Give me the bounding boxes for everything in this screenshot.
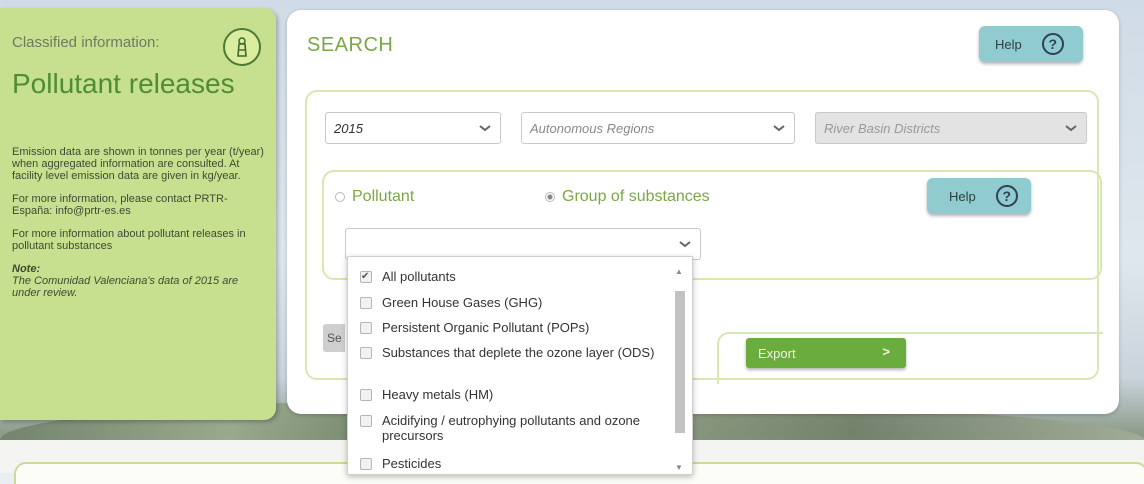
radio-pollutant-label: Pollutant bbox=[352, 188, 415, 205]
dropdown-scrollbar[interactable]: ▲ ▼ bbox=[673, 267, 687, 472]
dropdown-item[interactable]: Persistent Organic Pollutant (POPs) bbox=[360, 320, 656, 335]
help-button[interactable]: Help ? bbox=[979, 26, 1083, 62]
page-title: Pollutant releases bbox=[12, 68, 235, 99]
dropdown-item-label: All pollutants bbox=[382, 269, 456, 284]
chevron-down-icon bbox=[1064, 121, 1078, 135]
scrollbar-thumb[interactable] bbox=[675, 291, 685, 433]
export-button[interactable]: Export > bbox=[746, 338, 906, 368]
more-info-link[interactable]: For more information about pollutant rel… bbox=[12, 228, 264, 252]
info-text: Emission data are shown in tonnes per ye… bbox=[12, 146, 264, 299]
question-circle-icon: ? bbox=[1041, 33, 1064, 55]
chevron-down-icon bbox=[678, 237, 692, 251]
substance-dropdown-list[interactable]: All pollutants Green House Gases (GHG) P… bbox=[347, 256, 693, 475]
dropdown-item[interactable]: Heavy metals (HM) bbox=[360, 387, 656, 402]
dropdown-item-label: Heavy metals (HM) bbox=[382, 387, 494, 402]
checkbox-icon[interactable] bbox=[360, 322, 372, 334]
info-paragraph: Emission data are shown in tonnes per ye… bbox=[12, 146, 264, 182]
classified-label: Classified information: bbox=[12, 34, 160, 51]
year-select[interactable]: 2015 bbox=[325, 112, 501, 144]
checkbox-icon[interactable] bbox=[360, 389, 372, 401]
dropdown-item-label: Persistent Organic Pollutant (POPs) bbox=[382, 320, 590, 335]
region-select[interactable]: Autonomous Regions bbox=[521, 112, 795, 144]
checkbox-checked-icon[interactable] bbox=[360, 269, 372, 284]
dropdown-item[interactable]: Pesticides bbox=[360, 456, 656, 471]
dropdown-item[interactable]: Green House Gases (GHG) bbox=[360, 295, 656, 310]
radio-group-label: Group of substances bbox=[562, 188, 710, 205]
chevron-down-icon bbox=[478, 121, 492, 135]
checkbox-icon[interactable] bbox=[360, 347, 372, 359]
note-label: Note: bbox=[12, 263, 41, 275]
dropdown-item-label: Acidifying / eutrophying pollutants and … bbox=[382, 413, 641, 443]
chevron-right-icon: > bbox=[882, 344, 890, 359]
dropdown-item[interactable]: Substances that deplete the ozone layer … bbox=[360, 345, 656, 360]
search-button[interactable]: Se bbox=[323, 324, 345, 352]
basin-placeholder: River Basin Districts bbox=[824, 120, 941, 136]
dropdown-item-label: Pesticides bbox=[382, 456, 442, 471]
checkbox-icon[interactable] bbox=[360, 415, 372, 427]
region-placeholder: Autonomous Regions bbox=[530, 120, 655, 136]
checkbox-icon[interactable] bbox=[360, 297, 372, 309]
scroll-down-icon[interactable]: ▼ bbox=[675, 463, 683, 472]
dropdown-item[interactable]: Acidifying / eutrophying pollutants and … bbox=[360, 413, 656, 443]
substance-help-button[interactable]: Help ? bbox=[927, 178, 1031, 214]
export-label: Export bbox=[758, 345, 796, 361]
factory-icon bbox=[223, 28, 261, 66]
search-title: SEARCH bbox=[307, 34, 394, 56]
dropdown-item[interactable]: All pollutants bbox=[360, 269, 656, 284]
dropdown-item-label: Green House Gases (GHG) bbox=[382, 295, 543, 310]
contact-paragraph: For more information, please contact PRT… bbox=[12, 193, 228, 217]
basin-select[interactable]: River Basin Districts bbox=[815, 112, 1087, 144]
help-label: Help bbox=[949, 188, 976, 204]
note-text: The Comunidad Valenciana's data of 2015 … bbox=[12, 275, 239, 299]
radio-pollutant[interactable]: Pollutant bbox=[335, 188, 414, 206]
info-panel: Classified information: Pollutant releas… bbox=[0, 8, 276, 420]
chevron-down-icon bbox=[772, 121, 786, 135]
help-label: Help bbox=[995, 36, 1022, 52]
radio-group-of-substances[interactable]: Group of substances bbox=[545, 188, 710, 206]
year-value: 2015 bbox=[334, 120, 363, 136]
scroll-up-icon[interactable]: ▲ bbox=[675, 267, 683, 276]
radio-selected-icon bbox=[545, 192, 555, 202]
question-circle-icon: ? bbox=[995, 185, 1018, 207]
radio-circle-icon bbox=[335, 192, 345, 202]
checkbox-icon[interactable] bbox=[360, 458, 372, 470]
dropdown-item-label: Substances that deplete the ozone layer … bbox=[382, 345, 655, 360]
